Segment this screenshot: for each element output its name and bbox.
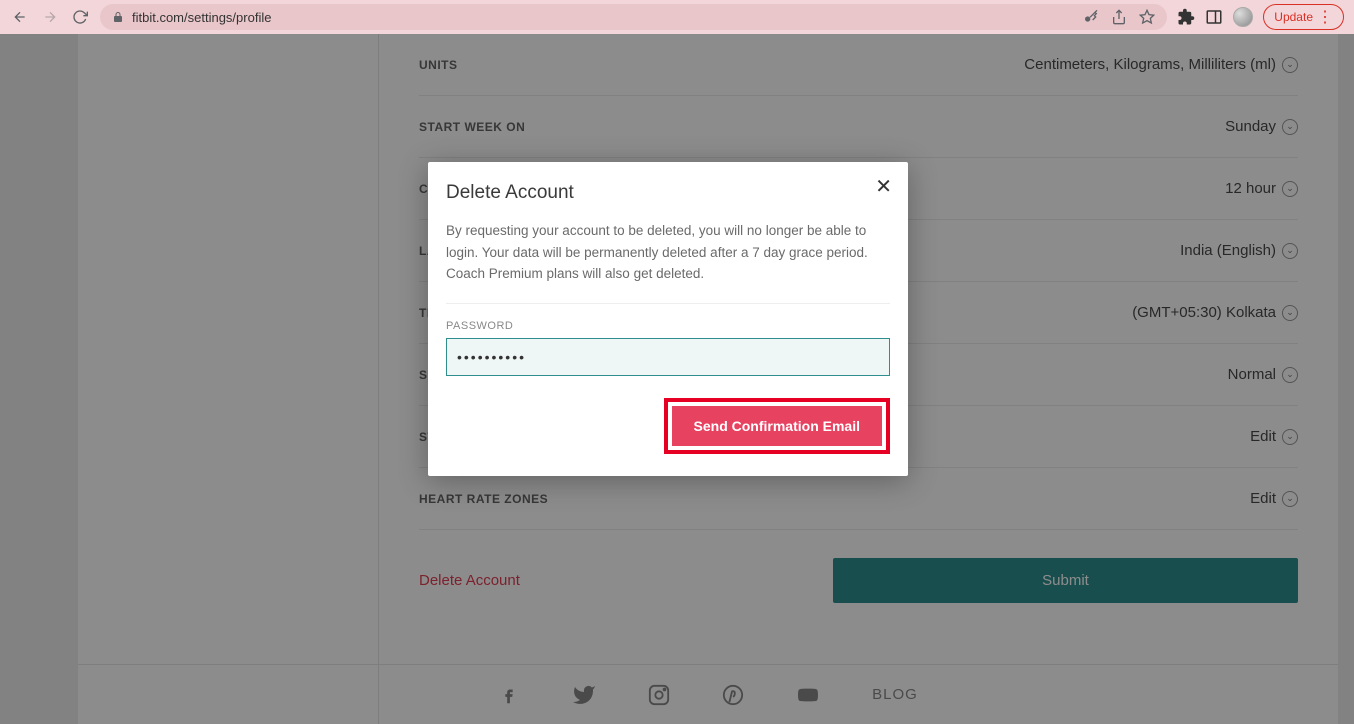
arrow-left-icon <box>12 9 28 25</box>
profile-avatar-icon[interactable] <box>1233 7 1253 27</box>
back-button[interactable] <box>10 7 30 27</box>
address-bar[interactable]: fitbit.com/settings/profile <box>100 4 1167 30</box>
delete-account-modal: Delete Account ✕ By requesting your acco… <box>428 162 908 476</box>
modal-title: Delete Account <box>446 182 890 204</box>
password-label: PASSWORD <box>446 320 890 332</box>
send-confirmation-button[interactable]: Send Confirmation Email <box>672 406 882 446</box>
close-icon[interactable]: ✕ <box>875 174 892 199</box>
reload-icon <box>72 9 88 25</box>
star-icon[interactable] <box>1139 9 1155 25</box>
reload-button[interactable] <box>70 7 90 27</box>
modal-body-text: By requesting your account to be deleted… <box>446 220 890 304</box>
browser-toolbar: fitbit.com/settings/profile Update ⋮ <box>0 0 1354 34</box>
key-icon[interactable] <box>1083 9 1099 25</box>
chrome-menu-icon: ⋮ <box>1317 7 1333 27</box>
password-input[interactable] <box>446 338 890 376</box>
update-label: Update <box>1274 10 1313 24</box>
update-button[interactable]: Update ⋮ <box>1263 4 1344 30</box>
extensions-icon[interactable] <box>1177 8 1195 26</box>
arrow-right-icon <box>42 9 58 25</box>
highlight-box: Send Confirmation Email <box>664 398 890 454</box>
url-text: fitbit.com/settings/profile <box>132 10 271 25</box>
forward-button[interactable] <box>40 7 60 27</box>
panel-icon[interactable] <box>1205 8 1223 26</box>
lock-icon <box>112 11 124 23</box>
share-icon[interactable] <box>1111 9 1127 25</box>
